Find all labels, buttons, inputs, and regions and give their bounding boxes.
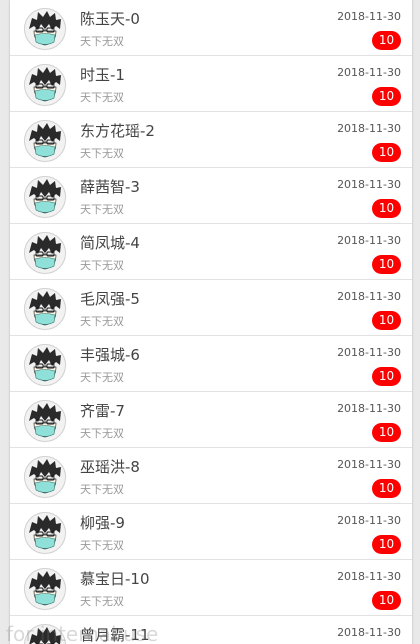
avatar-icon [24,400,66,442]
unread-count-badge: 10 [372,367,401,386]
contact-name: 陈玉天-0 [80,10,140,28]
contact-name: 丰强城-6 [80,346,140,364]
avatar-icon [24,176,66,218]
unread-count-badge: 10 [372,423,401,442]
contact-subtitle: 天下无双 [80,91,124,104]
contact-subtitle: 天下无双 [80,371,124,384]
message-date: 2018-11-30 [337,234,401,247]
contact-name: 慕宝日-10 [80,570,150,588]
unread-count-badge: 10 [372,255,401,274]
avatar-icon [24,456,66,498]
avatar-icon [24,624,66,644]
contact-name: 时玉-1 [80,66,125,84]
contact-subtitle: 天下无双 [80,595,124,608]
contact-list[interactable]: 陈玉天-0 天下无双 2018-11-30 10 时玉-1 天下无双 2018-… [10,0,412,644]
avatar-icon [24,232,66,274]
contact-name: 柳强-9 [80,514,125,532]
avatar-icon [24,64,66,106]
avatar-icon [24,288,66,330]
list-item[interactable]: 曾月霸-11 天下无双 2018-11-30 10 [10,616,412,644]
contact-subtitle: 天下无双 [80,483,124,496]
unread-count-badge: 10 [372,311,401,330]
list-item[interactable]: 巫瑶洪-8 天下无双 2018-11-30 10 [10,448,412,504]
unread-count-badge: 10 [372,199,401,218]
message-date: 2018-11-30 [337,570,401,583]
message-date: 2018-11-30 [337,626,401,639]
contact-subtitle: 天下无双 [80,427,124,440]
avatar-icon [24,568,66,610]
unread-count-badge: 10 [372,535,401,554]
unread-count-badge: 10 [372,479,401,498]
contact-name: 简凤城-4 [80,234,140,252]
list-item[interactable]: 丰强城-6 天下无双 2018-11-30 10 [10,336,412,392]
avatar-icon [24,512,66,554]
contact-subtitle: 天下无双 [80,35,124,48]
contact-name: 巫瑶洪-8 [80,458,140,476]
list-item[interactable]: 时玉-1 天下无双 2018-11-30 10 [10,56,412,112]
contact-subtitle: 天下无双 [80,147,124,160]
unread-count-badge: 10 [372,143,401,162]
list-item[interactable]: 东方花瑶-2 天下无双 2018-11-30 10 [10,112,412,168]
list-item[interactable]: 柳强-9 天下无双 2018-11-30 10 [10,504,412,560]
contact-name: 毛凤强-5 [80,290,140,308]
message-date: 2018-11-30 [337,346,401,359]
avatar-icon [24,344,66,386]
list-item[interactable]: 薛茜智-3 天下无双 2018-11-30 10 [10,168,412,224]
list-item[interactable]: 齐雷-7 天下无双 2018-11-30 10 [10,392,412,448]
list-item[interactable]: 慕宝日-10 天下无双 2018-11-30 10 [10,560,412,616]
list-item[interactable]: 毛凤强-5 天下无双 2018-11-30 10 [10,280,412,336]
contact-subtitle: 天下无双 [80,203,124,216]
avatar-icon [24,120,66,162]
message-date: 2018-11-30 [337,514,401,527]
screen: 陈玉天-0 天下无双 2018-11-30 10 时玉-1 天下无双 2018-… [0,0,420,644]
contact-name: 曾月霸-11 [80,626,150,644]
list-item[interactable]: 陈玉天-0 天下无双 2018-11-30 10 [10,0,412,56]
contact-subtitle: 天下无双 [80,259,124,272]
contact-name: 薛茜智-3 [80,178,140,196]
contact-subtitle: 天下无双 [80,539,124,552]
message-date: 2018-11-30 [337,178,401,191]
contact-name: 东方花瑶-2 [80,122,155,140]
avatar-icon [24,8,66,50]
message-date: 2018-11-30 [337,290,401,303]
contact-subtitle: 天下无双 [80,315,124,328]
unread-count-badge: 10 [372,591,401,610]
message-date: 2018-11-30 [337,458,401,471]
message-date: 2018-11-30 [337,66,401,79]
message-date: 2018-11-30 [337,122,401,135]
message-date: 2018-11-30 [337,10,401,23]
contact-name: 齐雷-7 [80,402,125,420]
list-item[interactable]: 简凤城-4 天下无双 2018-11-30 10 [10,224,412,280]
unread-count-badge: 10 [372,31,401,50]
message-date: 2018-11-30 [337,402,401,415]
unread-count-badge: 10 [372,87,401,106]
